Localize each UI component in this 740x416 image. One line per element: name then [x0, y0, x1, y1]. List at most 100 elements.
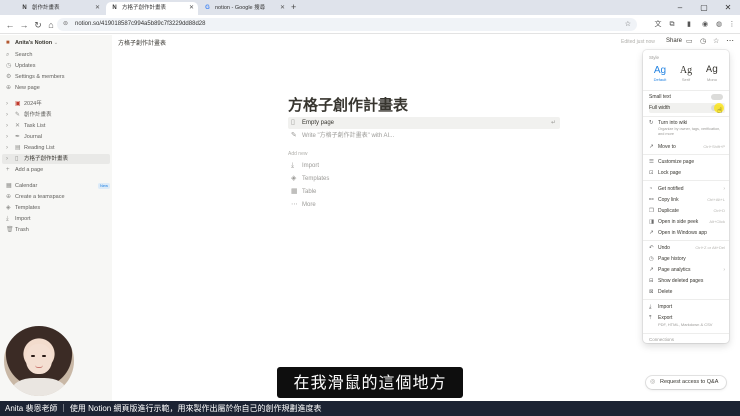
- menu-get-notified[interactable]: ◔ Get notified ›: [649, 184, 725, 194]
- style-mono-option[interactable]: Ag Mono: [700, 64, 724, 86]
- templates-icon: ◈: [6, 205, 11, 211]
- menu-label: Full width: [649, 105, 671, 111]
- sidebar-item-new-page[interactable]: ⊕ New page: [6, 83, 40, 93]
- style-serif-option[interactable]: Ag Serif: [674, 64, 698, 86]
- forward-icon[interactable]: →: [18, 19, 30, 31]
- sidebar-item-settings[interactable]: ⚙ Settings & members: [6, 72, 65, 82]
- sidebar-page-task-list[interactable]: › ✕ Task List: [6, 121, 45, 131]
- style-sample: Ag: [705, 65, 718, 76]
- sidebar-panel-icon[interactable]: ▮: [683, 19, 695, 31]
- add-new-heading: Add new: [288, 151, 308, 157]
- request-access-button[interactable]: ◎ Request access to Q&A: [646, 376, 726, 389]
- sidebar-item-trash[interactable]: 🗑Trash: [6, 225, 29, 235]
- close-window-icon[interactable]: ✕: [716, 0, 740, 15]
- more-options-icon[interactable]: ⋯: [726, 36, 734, 45]
- menu-label: Delete: [658, 289, 673, 295]
- maximize-icon[interactable]: ▢: [692, 0, 716, 15]
- sidebar-page-creative-plan[interactable]: › ✎ 創作計畫表: [6, 110, 52, 120]
- site-info-icon[interactable]: ⊜: [63, 18, 68, 31]
- sidebar-item-templates[interactable]: ◈ Templates: [6, 203, 40, 213]
- close-icon[interactable]: ✕: [95, 2, 100, 15]
- menu-label: Page history: [658, 256, 686, 262]
- menu-lock-page[interactable]: ⊡ Lock page: [649, 168, 725, 178]
- page-title[interactable]: 方格子創作計畫表: [288, 94, 408, 115]
- new-tab-button[interactable]: +: [291, 2, 296, 13]
- browser-avatar-icon[interactable]: ◍: [713, 19, 725, 31]
- sidebar-add-page[interactable]: + Add a page: [6, 165, 43, 175]
- back-icon[interactable]: ←: [4, 19, 16, 31]
- star-icon[interactable]: ☆: [625, 18, 631, 31]
- templates-option[interactable]: ◈ Templates: [288, 173, 329, 185]
- browser-menu-icon[interactable]: ⋮: [726, 19, 738, 31]
- import-option[interactable]: ⤓ Import: [288, 160, 319, 172]
- sidebar-page-reading-list[interactable]: › ▤ Reading List: [6, 143, 55, 153]
- full-width-toggle-row[interactable]: Full width ☝: [649, 103, 725, 115]
- sidebar-item-import[interactable]: ⤓ Import: [6, 214, 31, 224]
- menu-move-to[interactable]: ↗ Move to Ctrl+Shift+P: [649, 142, 725, 152]
- comment-icon[interactable]: ▭: [686, 37, 693, 45]
- reload-icon[interactable]: ↻: [32, 19, 44, 31]
- sidebar-page-journal[interactable]: › ✒ Journal: [6, 132, 42, 142]
- menu-page-history[interactable]: ◷ Page history: [649, 254, 725, 264]
- menu-open-windows-app[interactable]: ↗ Open in Windows app: [649, 228, 725, 238]
- browser-tab-3[interactable]: G notion - Google 搜尋 ✕: [199, 2, 289, 15]
- menu-label: Open in side peek: [658, 219, 699, 225]
- small-text-toggle-row[interactable]: Small text: [649, 92, 725, 102]
- shortcut: Ctrl+Alt+L: [707, 197, 725, 202]
- notion-tab-icon: N: [112, 5, 117, 11]
- workspace-switcher[interactable]: ■ Anita's Notion ⌄: [6, 38, 58, 48]
- empty-page-option[interactable]: ▯ Empty page ↵: [288, 117, 560, 129]
- url-field[interactable]: ⊜ notion.so/419018587c994a5b89c7f3229dd8…: [57, 18, 637, 31]
- translate-icon[interactable]: 文: [652, 19, 664, 31]
- menu-duplicate[interactable]: ❐ Duplicate Ctrl+D: [649, 206, 725, 216]
- browser-tab-1[interactable]: N 創作計畫表 ✕: [16, 2, 104, 15]
- browser-tab-2[interactable]: N 方格子創作計畫表 ✕: [106, 2, 198, 15]
- sidebar-item-label: Trash: [15, 227, 29, 233]
- mouse-pointer-icon: ☝: [717, 106, 722, 115]
- sidebar-page-2024[interactable]: › ▣ 2024年: [6, 99, 42, 109]
- menu-delete[interactable]: ⊠ Delete: [649, 287, 725, 297]
- menu-label: Turn into wiki: [658, 120, 688, 126]
- style-sample: Ag: [679, 65, 693, 76]
- duplicate-icon: ❐: [649, 208, 654, 214]
- sidebar-item-label: Search: [15, 52, 33, 58]
- chevron-right-icon: ›: [723, 186, 725, 192]
- sidebar-item-label: Reading List: [24, 145, 55, 151]
- sidebar-item-create-teamspace[interactable]: ⊕ Create a teamspace: [6, 192, 65, 202]
- style-default-option[interactable]: Ag Default: [648, 64, 672, 86]
- share-button[interactable]: Share: [666, 38, 682, 44]
- empty-page-label: Empty page: [302, 120, 335, 126]
- history-icon[interactable]: ◷: [700, 37, 706, 45]
- menu-open-side-peek[interactable]: ◨ Open in side peek Alt+Click: [649, 217, 725, 227]
- favorite-star-icon[interactable]: ☆: [713, 37, 719, 45]
- sidebar-item-search[interactable]: ⌕ Search: [6, 50, 32, 60]
- style-name: Default: [653, 77, 667, 82]
- sidebar-item-label: New page: [15, 85, 40, 91]
- menu-label: Show deleted pages: [658, 278, 704, 284]
- close-icon[interactable]: ✕: [189, 2, 194, 15]
- menu-show-deleted[interactable]: ⊟ Show deleted pages: [649, 276, 725, 286]
- minimize-icon[interactable]: –: [668, 0, 692, 15]
- lock-icon: ⊡: [649, 170, 654, 176]
- menu-copy-link[interactable]: ⚯ Copy link Ctrl+Alt+L: [649, 195, 725, 205]
- divider: [643, 299, 729, 300]
- sidebar-item-updates[interactable]: ◷ Updates: [6, 61, 36, 71]
- sidebar-item-calendar[interactable]: ▦ Calendar New: [6, 181, 110, 191]
- profile-icon[interactable]: ◉: [699, 19, 711, 31]
- extensions-icon[interactable]: ⧉: [666, 19, 678, 31]
- menu-page-analytics[interactable]: ↗ Page analytics ›: [649, 265, 725, 275]
- small-text-toggle[interactable]: [711, 94, 723, 100]
- breadcrumb[interactable]: 方格子創作計畫表: [118, 38, 166, 47]
- home-icon[interactable]: ⌂: [45, 19, 57, 31]
- close-icon[interactable]: ✕: [280, 2, 285, 15]
- menu-undo[interactable]: ↶ Undo Ctrl+Z or Alt+Del: [649, 243, 725, 253]
- external-icon: ↗: [649, 230, 654, 236]
- notion-tab-icon: N: [22, 5, 27, 11]
- menu-import[interactable]: ⤓ Import: [649, 302, 725, 312]
- sidebar-page-current[interactable]: › ▯ 方格子創作計畫表: [2, 154, 110, 164]
- menu-customize-page[interactable]: ☰ Customize page: [649, 157, 725, 167]
- ai-write-option[interactable]: ✎ Write "方格子創作計畫表" with AI...: [288, 130, 394, 142]
- more-option[interactable]: ⋯ More: [288, 199, 316, 211]
- table-option[interactable]: ▦ Table: [288, 186, 316, 198]
- pen-page-icon: ✒: [15, 134, 21, 140]
